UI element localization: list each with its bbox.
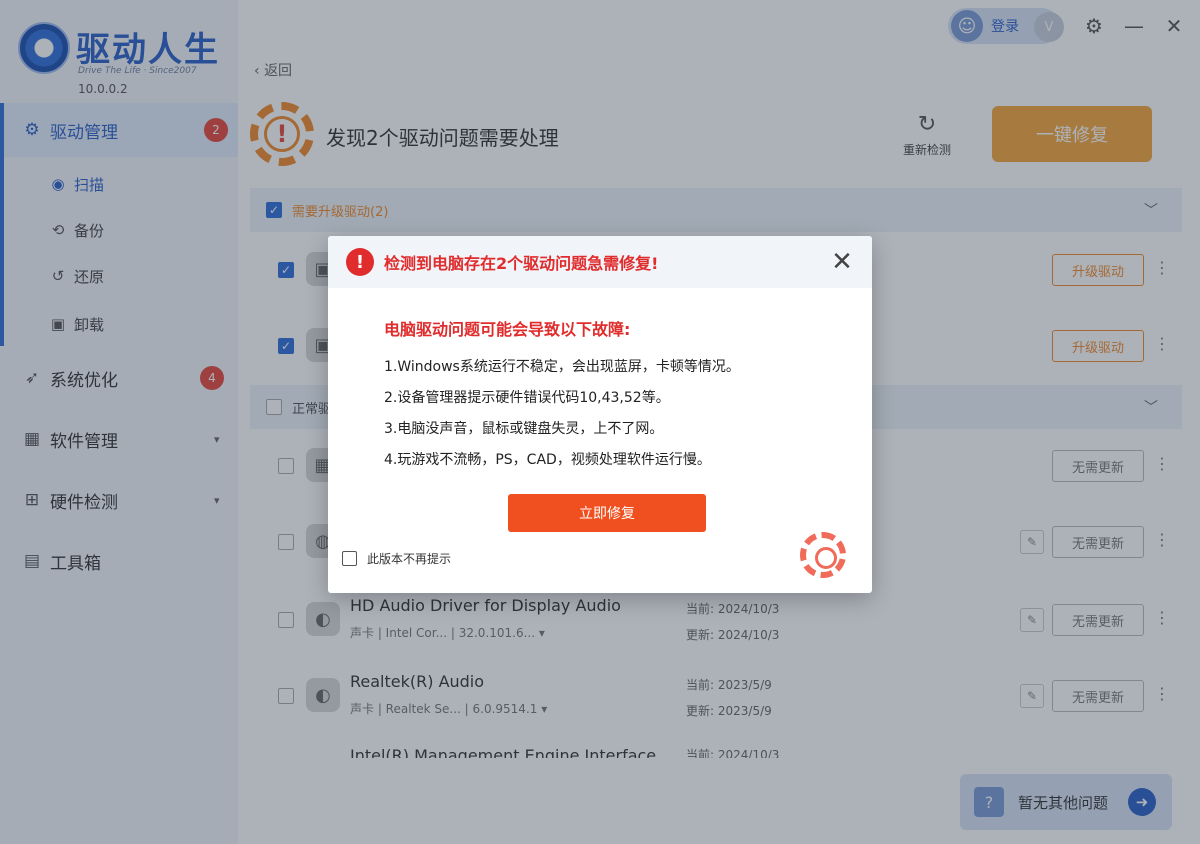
close-icon[interactable]: ✕ bbox=[828, 248, 856, 276]
dont-show-label: 此版本不再提示 bbox=[367, 552, 452, 566]
list-item: 4.玩游戏不流畅，PS，CAD，视频处理软件运行慢。 bbox=[384, 452, 711, 468]
issue-list: 1.Windows系统运行不稳定，会出现蓝屏，卡顿等情况。 2.设备管理器提示硬… bbox=[384, 352, 740, 476]
dont-show-checkbox[interactable] bbox=[342, 551, 357, 566]
dialog-title: 检测到电脑存在2个驱动问题急需修复! bbox=[384, 254, 659, 273]
dialog-header: ! 检测到电脑存在2个驱动问题急需修复! bbox=[328, 236, 872, 288]
list-item: 3.电脑没声音，鼠标或键盘失灵，上不了网。 bbox=[384, 421, 664, 437]
list-item: 2.设备管理器提示硬件错误代码10,43,52等。 bbox=[384, 390, 670, 406]
dialog-subtitle: 电脑驱动问题可能会导致以下故障: bbox=[384, 320, 631, 339]
gear-icon bbox=[800, 532, 846, 578]
fix-now-button[interactable]: 立即修复 bbox=[508, 494, 706, 532]
dont-show-again-option[interactable]: 此版本不再提示 bbox=[342, 550, 451, 567]
alert-icon: ! bbox=[346, 248, 374, 276]
driver-alert-dialog: ! 检测到电脑存在2个驱动问题急需修复! ✕ 电脑驱动问题可能会导致以下故障: … bbox=[328, 236, 872, 593]
list-item: 1.Windows系统运行不稳定，会出现蓝屏，卡顿等情况。 bbox=[384, 359, 740, 375]
